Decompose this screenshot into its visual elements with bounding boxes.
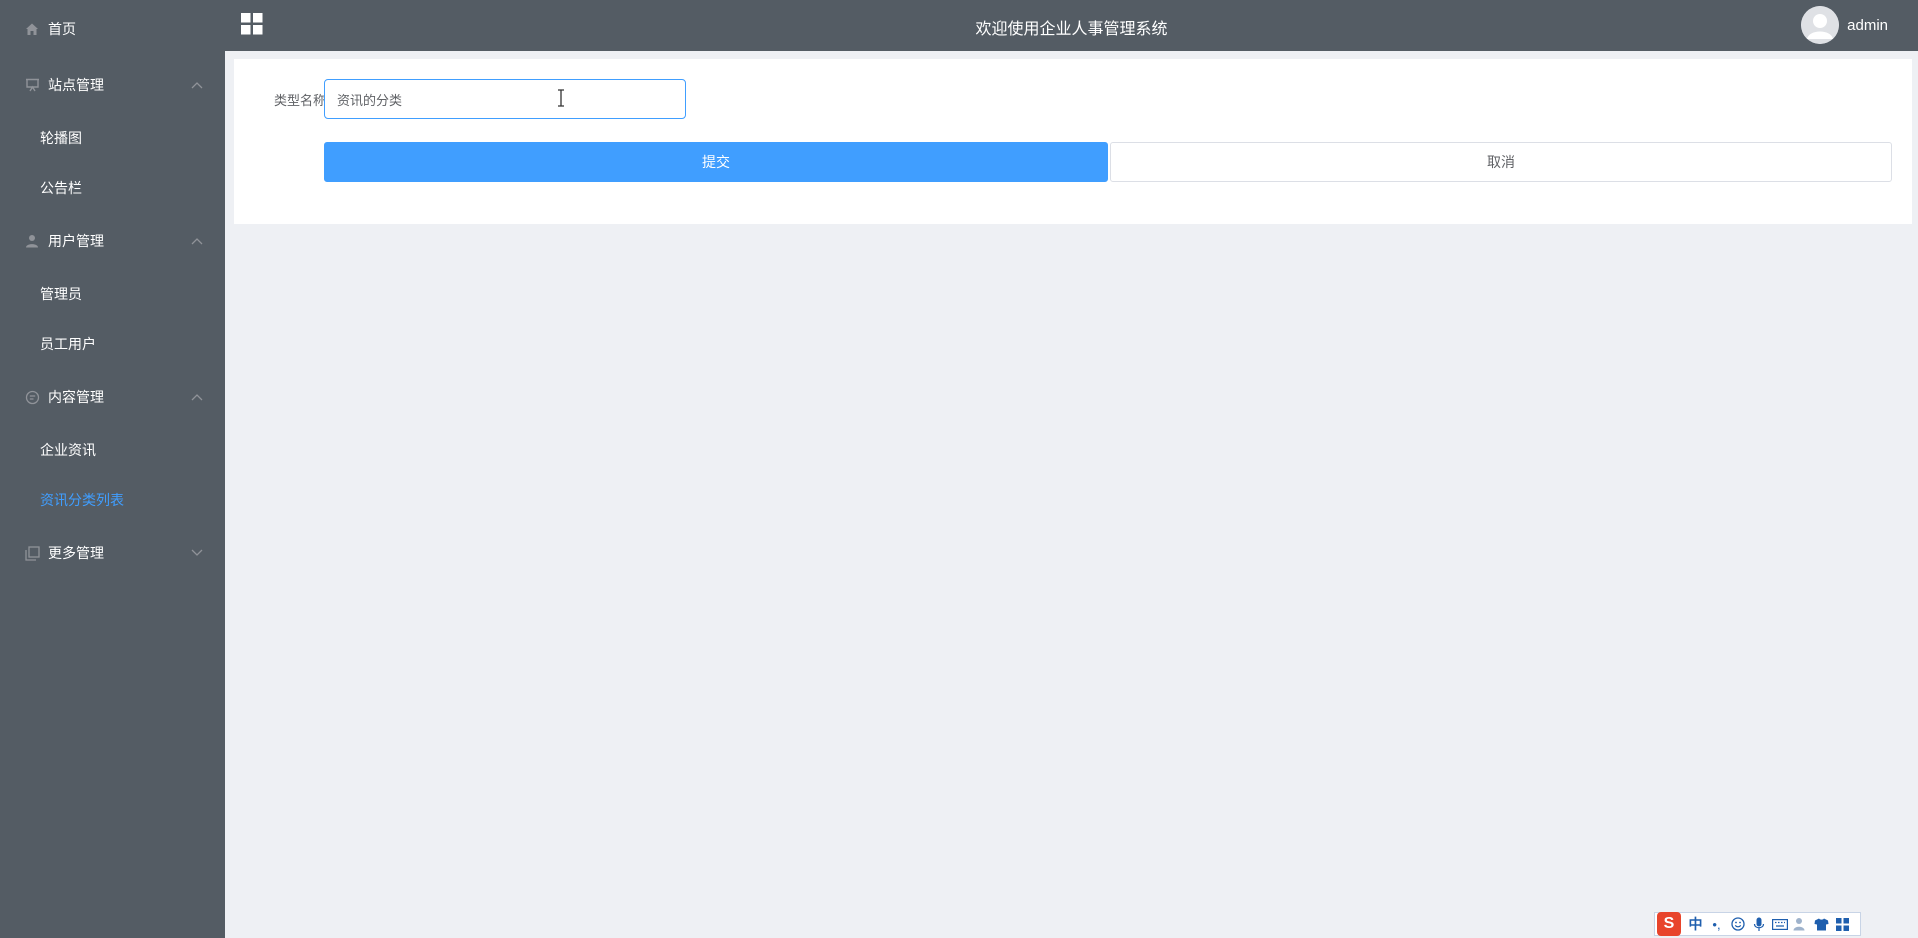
monitor-icon: [24, 77, 40, 93]
text-cursor-icon: [556, 89, 566, 107]
sidebar: 首页 站点管理 轮播图 公告栏 用户管理 管理员 员工用户 内容管理 企业资讯 …: [0, 0, 225, 938]
sidebar-item-label: 管理员: [40, 286, 82, 302]
sidebar-item-label: 资讯分类列表: [40, 492, 124, 508]
copy-icon: [24, 545, 40, 561]
sidebar-group-site[interactable]: 站点管理: [0, 60, 225, 110]
username: admin: [1847, 16, 1888, 34]
chevron-down-icon: [191, 547, 203, 559]
sidebar-group-label: 内容管理: [48, 389, 104, 405]
app-root: 首页 站点管理 轮播图 公告栏 用户管理 管理员 员工用户 内容管理 企业资讯 …: [0, 0, 1918, 938]
header-title: 欢迎使用企业人事管理系统: [975, 21, 1168, 38]
sidebar-item-news-category-list[interactable]: 资讯分类列表: [0, 475, 225, 525]
sidebar-item-carousel[interactable]: 轮播图: [0, 113, 225, 163]
microphone-icon[interactable]: [1748, 914, 1769, 934]
category-form-card: 类型名称 提交 取消: [234, 59, 1912, 224]
ime-toolbar[interactable]: S 中 •,: [1654, 912, 1861, 936]
sidebar-item-label: 轮播图: [40, 130, 82, 146]
user-settings-icon[interactable]: [1790, 914, 1811, 934]
sidebar-item-home[interactable]: 首页: [0, 4, 225, 54]
sidebar-group-more[interactable]: 更多管理: [0, 528, 225, 578]
sidebar-item-label: 企业资讯: [40, 442, 96, 458]
chevron-up-icon: [191, 79, 203, 91]
sidebar-item-label: 员工用户: [40, 336, 96, 352]
user-menu[interactable]: admin: [1801, 5, 1888, 45]
chat-icon: [24, 389, 40, 405]
sidebar-item-admins[interactable]: 管理员: [0, 269, 225, 319]
chevron-up-icon: [191, 391, 203, 403]
sidebar-item-company-news[interactable]: 企业资讯: [0, 425, 225, 475]
ime-logo[interactable]: S: [1657, 912, 1681, 936]
toolbox-grid-icon[interactable]: [1832, 914, 1853, 934]
ime-language-toggle[interactable]: 中: [1685, 914, 1706, 934]
chevron-up-icon: [191, 235, 203, 247]
smiley-icon[interactable]: [1727, 914, 1748, 934]
sidebar-group-label: 用户管理: [48, 233, 104, 249]
sidebar-group-label: 站点管理: [48, 77, 104, 93]
sidebar-group-users[interactable]: 用户管理: [0, 216, 225, 266]
avatar: [1801, 6, 1840, 44]
cancel-button[interactable]: 取消: [1110, 142, 1892, 182]
top-header: 欢迎使用企业人事管理系统 admin: [225, 0, 1918, 51]
keyboard-icon[interactable]: [1769, 914, 1790, 934]
type-name-label: 类型名称: [273, 93, 326, 108]
submit-button[interactable]: 提交: [324, 142, 1108, 182]
sidebar-group-content[interactable]: 内容管理: [0, 372, 225, 422]
skin-shirt-icon[interactable]: [1811, 914, 1832, 934]
type-name-input[interactable]: [324, 79, 686, 119]
sidebar-item-label: 首页: [48, 21, 76, 37]
home-icon: [24, 21, 40, 37]
sidebar-item-notice[interactable]: 公告栏: [0, 163, 225, 213]
sidebar-item-staff-users[interactable]: 员工用户: [0, 319, 225, 369]
sidebar-group-label: 更多管理: [48, 545, 104, 561]
ime-punctuation-toggle[interactable]: •,: [1706, 914, 1727, 934]
sidebar-item-label: 公告栏: [40, 180, 82, 196]
user-icon: [24, 233, 40, 249]
